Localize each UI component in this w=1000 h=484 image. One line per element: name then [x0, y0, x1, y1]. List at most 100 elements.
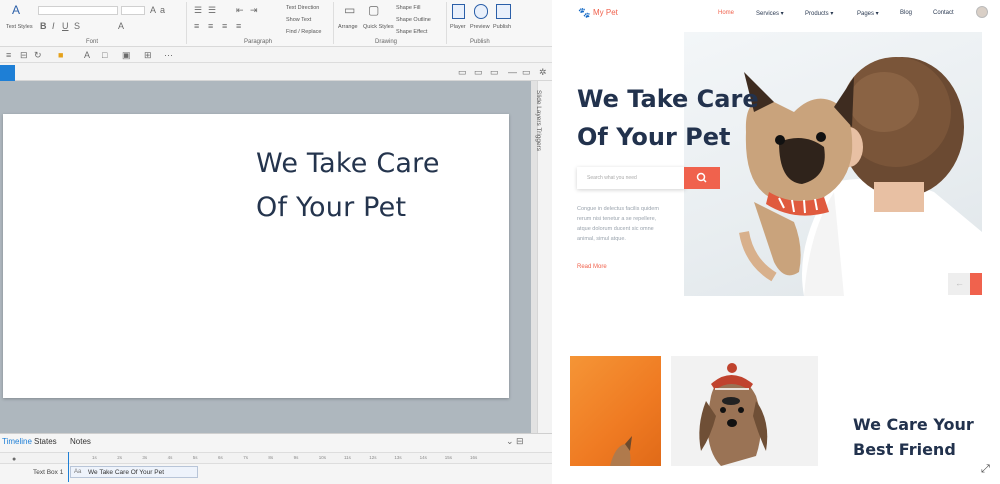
format-icon[interactable]: ≡ — [6, 51, 11, 60]
view-zoom-icon[interactable]: ▭ — [490, 68, 499, 77]
nav-products[interactable]: Products ▾ — [805, 10, 833, 17]
hero-image-boy-with-dog — [684, 32, 982, 296]
quick-styles-button[interactable]: Quick Styles — [363, 24, 394, 30]
numbering-icon[interactable]: ☰ — [208, 6, 216, 15]
bold-icon[interactable]: B — [40, 22, 47, 31]
site-logo[interactable]: My Pet — [593, 8, 618, 17]
quick-styles-icon[interactable]: ▢ — [368, 4, 379, 16]
slide-title-line-1: We Take Care — [256, 148, 440, 179]
nav-pages[interactable]: Pages ▾ — [857, 10, 879, 17]
preview-icon[interactable] — [474, 4, 488, 19]
strikethrough-icon[interactable]: S — [74, 22, 80, 31]
font-size-field[interactable] — [121, 6, 145, 15]
align-icon[interactable]: ⊟ — [20, 51, 28, 60]
hero-title: We Take Care Of Your Pet — [577, 80, 797, 156]
ruler-tick-label: 11s — [344, 455, 351, 460]
care-section-title: We Care Your Best Friend — [853, 412, 993, 462]
ruler-tick-label: 10s — [318, 455, 327, 460]
align-left-icon[interactable]: ≡ — [194, 22, 199, 31]
playhead[interactable] — [68, 452, 69, 482]
bullets-icon[interactable]: ☰ — [194, 6, 202, 15]
font-color-small-icon[interactable]: A — [84, 51, 90, 60]
row-bar-tag: Aa — [74, 469, 82, 475]
outline-icon[interactable]: □ — [102, 51, 107, 60]
ribbon-separator — [446, 2, 447, 44]
shape-outline-button[interactable]: Shape Outline — [396, 17, 431, 23]
nav-home[interactable]: Home — [718, 10, 734, 16]
undock-icon[interactable]: ⊟ — [516, 437, 524, 446]
carousel-prev-button[interactable]: ← — [948, 273, 970, 295]
text-styles-button[interactable]: Text Styles — [6, 24, 33, 30]
search-button[interactable] — [684, 167, 720, 189]
player-icon[interactable] — [452, 4, 465, 19]
shape-effect-button[interactable]: Shape Effect — [396, 29, 427, 35]
care-title-line-1: We Care Your — [853, 415, 974, 434]
lock-icon[interactable]: ● — [12, 455, 16, 464]
drawing-group-label: Drawing — [375, 39, 398, 45]
player-button[interactable]: Player — [450, 24, 466, 30]
justify-icon[interactable]: ≡ — [236, 22, 241, 31]
ruler-tick-label: 12s — [369, 455, 377, 460]
align-center-icon[interactable]: ≡ — [208, 22, 213, 31]
text-direction-button[interactable]: Text Direction — [286, 5, 319, 11]
ruler-tick-label: 3s — [142, 455, 148, 460]
side-panel-label[interactable]: Slide Layers Triggers — [535, 90, 542, 151]
italic-icon[interactable]: I — [52, 22, 55, 31]
expand-icon[interactable]: ⤢ — [981, 463, 990, 476]
tab-notes[interactable]: Notes — [70, 437, 91, 446]
arrange-icon[interactable]: ▭ — [344, 4, 355, 16]
ruler-tick-label: 16s — [470, 455, 478, 460]
settings-icon[interactable]: ✲ — [539, 68, 547, 77]
show-text-button[interactable]: Show Text — [286, 17, 311, 23]
font-color-icon[interactable]: A — [118, 22, 124, 31]
minimize-icon[interactable]: — — [508, 68, 517, 77]
restore-icon[interactable]: ▭ — [522, 68, 531, 77]
decrease-indent-icon[interactable]: ⇤ — [236, 6, 244, 15]
ruler-tick-label: 13s — [394, 455, 402, 460]
nav-services[interactable]: Services ▾ — [756, 10, 784, 17]
underline-icon[interactable]: U — [62, 22, 69, 31]
shape-fill-button[interactable]: Shape Fill — [396, 5, 420, 11]
increase-indent-icon[interactable]: ⇥ — [250, 6, 258, 15]
view-fit-icon[interactable]: ▭ — [474, 68, 483, 77]
timeline-row-bar-text: We Take Care Of Your Pet — [88, 469, 164, 476]
quick-format-toolbar: ≡ ⊟ ↻ ■ A □ ▣ ⊞ ⋯ — [0, 47, 552, 63]
fill-color-icon[interactable]: ■ — [58, 51, 63, 60]
slide-text-box[interactable]: We Take Care Of Your Pet — [256, 142, 506, 230]
arrange-button[interactable]: Arrange — [338, 24, 358, 30]
nav-blog[interactable]: Blog — [900, 10, 912, 16]
read-more-link[interactable]: Read More — [577, 264, 607, 270]
ruler-tick-label: 7s — [243, 455, 248, 460]
view-normal-icon[interactable]: ▭ — [458, 68, 467, 77]
ruler-tick-label: 15s — [444, 455, 453, 460]
ruler-tick-label: 6s — [218, 455, 223, 460]
shrink-font-icon[interactable]: a — [160, 6, 165, 15]
ruler-tick-label: 9s — [293, 455, 299, 460]
grow-font-icon[interactable]: A — [150, 6, 156, 15]
publish-icon[interactable] — [496, 4, 511, 19]
ribbon: A Text Styles A a B I U S A Font ☰ ☰ ⇤ ⇥… — [0, 0, 552, 47]
paragraph-group-label: Paragraph — [244, 39, 273, 45]
nav-contact[interactable]: Contact — [933, 10, 954, 16]
carousel-next-button[interactable] — [970, 273, 982, 295]
table-icon[interactable]: ⊞ — [144, 51, 152, 60]
search-placeholder: Search what you need — [587, 175, 637, 181]
image-icon[interactable]: ▣ — [122, 51, 131, 60]
publish-group-label: Publish — [470, 39, 490, 45]
collapse-icon[interactable]: ⌄ — [506, 437, 514, 446]
slide-tab[interactable] — [0, 65, 15, 81]
avatar[interactable] — [976, 6, 988, 18]
rotate-icon[interactable]: ↻ — [34, 51, 42, 60]
hero-title-line-2: Of Your Pet — [577, 123, 731, 151]
hero-title-line-1: We Take Care — [577, 85, 759, 113]
ribbon-separator — [186, 2, 187, 44]
find-replace-button[interactable]: Find / Replace — [286, 29, 321, 35]
tab-states[interactable]: States — [34, 437, 57, 446]
more-icon[interactable]: ⋯ — [164, 51, 173, 60]
align-right-icon[interactable]: ≡ — [222, 22, 227, 31]
text-styles-icon[interactable]: A — [12, 4, 20, 16]
publish-button[interactable]: Publish — [493, 24, 511, 30]
tab-timeline[interactable]: Timeline — [2, 437, 32, 446]
preview-button[interactable]: Preview — [470, 24, 490, 30]
font-family-field[interactable] — [38, 6, 118, 15]
